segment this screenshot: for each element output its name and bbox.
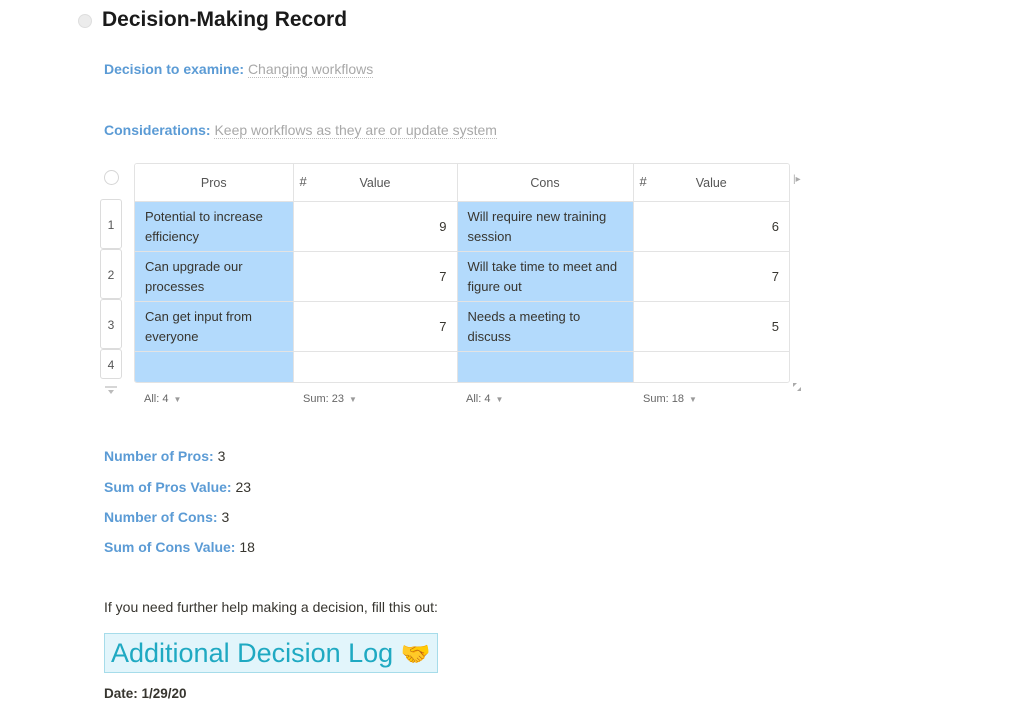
column-header-pros[interactable]: Pros bbox=[135, 164, 294, 202]
table-grid: Pros # Value Cons # Value Potential to inc… bbox=[135, 164, 789, 382]
decision-value[interactable]: Changing workflows bbox=[247, 61, 374, 78]
footer-label: All: 4 bbox=[144, 393, 169, 405]
handshake-icon: 🤝 bbox=[400, 641, 431, 668]
additional-decision-log-heading: Additional Decision Log 🤝 bbox=[104, 633, 438, 673]
row-number[interactable]: 2 bbox=[100, 249, 122, 299]
select-all-rows-checkbox[interactable] bbox=[104, 170, 119, 185]
column-header-label: Cons bbox=[530, 175, 560, 190]
chevron-down-icon: ▼ bbox=[173, 394, 182, 404]
con-value-cell[interactable]: 5 bbox=[633, 301, 789, 352]
considerations-value[interactable]: Keep workflows as they are or update sys… bbox=[214, 122, 497, 139]
footer-cons-sum[interactable]: Sum: 18 ▼ bbox=[643, 393, 697, 405]
summary-label: Number of Pros: bbox=[104, 448, 214, 464]
con-cell[interactable]: Will take time to meet and figure out bbox=[457, 251, 634, 302]
summary-value: 3 bbox=[221, 509, 230, 525]
pro-cell[interactable] bbox=[135, 351, 294, 382]
row-number[interactable]: 3 bbox=[100, 299, 122, 349]
pro-value-cell[interactable]: 9 bbox=[293, 201, 458, 252]
summary-value: 3 bbox=[217, 448, 226, 464]
decision-label: Decision to examine: bbox=[104, 61, 245, 77]
pro-value-cell[interactable] bbox=[293, 351, 458, 382]
con-cell[interactable]: Will require new training session bbox=[457, 201, 634, 252]
banner-text: Additional Decision Log bbox=[111, 638, 394, 668]
column-header-label: Value bbox=[695, 175, 727, 190]
row-number[interactable]: 4 bbox=[100, 349, 122, 379]
pro-cell[interactable]: Potential to increase efficiency bbox=[135, 201, 294, 252]
footer-label: Sum: 18 bbox=[643, 393, 684, 405]
row-number[interactable]: 1 bbox=[100, 199, 122, 249]
footer-label: Sum: 23 bbox=[303, 393, 344, 405]
footer-cons-count[interactable]: All: 4 ▼ bbox=[466, 393, 503, 405]
column-header-cons-value[interactable]: # Value bbox=[633, 164, 789, 202]
title-bullet-icon[interactable] bbox=[78, 14, 92, 28]
date-label: Date: 1/29/20 bbox=[104, 686, 187, 701]
summary-value: 23 bbox=[235, 479, 252, 495]
table-row: Can upgrade our processes 7 Will take ti… bbox=[135, 251, 789, 302]
summary-label: Number of Cons: bbox=[104, 509, 218, 525]
column-header-cons[interactable]: Cons bbox=[457, 164, 634, 202]
page-title: Decision-Making Record bbox=[102, 8, 348, 31]
considerations-field: Considerations: Keep workflows as they a… bbox=[104, 122, 497, 139]
resize-handle-icon[interactable] bbox=[793, 383, 801, 391]
filter-rows-icon[interactable] bbox=[104, 386, 118, 396]
footer-pros-count[interactable]: All: 4 ▼ bbox=[144, 393, 181, 405]
con-value-cell[interactable]: 7 bbox=[633, 251, 789, 302]
number-type-icon: # bbox=[639, 174, 647, 189]
help-text: If you need further help making a decisi… bbox=[104, 599, 438, 615]
con-value-cell[interactable] bbox=[633, 351, 789, 382]
con-cell[interactable] bbox=[457, 351, 634, 382]
expand-columns-icon[interactable]: |▸ bbox=[793, 174, 801, 185]
summary-label: Sum of Pros Value: bbox=[104, 479, 232, 495]
con-value-cell[interactable]: 6 bbox=[633, 201, 789, 252]
summary-sum-of-pros: Sum of Pros Value: 23 bbox=[104, 479, 251, 495]
summary-number-of-pros: Number of Pros: 3 bbox=[104, 448, 225, 464]
summary-value: 18 bbox=[239, 539, 255, 555]
summary-number-of-cons: Number of Cons: 3 bbox=[104, 509, 229, 525]
column-header-label: Pros bbox=[200, 175, 227, 190]
table-row: Can get input from everyone 7 Needs a me… bbox=[135, 301, 789, 352]
considerations-label: Considerations: bbox=[104, 122, 211, 138]
footer-pros-sum[interactable]: Sum: 23 ▼ bbox=[303, 393, 357, 405]
table-row bbox=[135, 351, 789, 382]
summary-sum-of-cons: Sum of Cons Value: 18 bbox=[104, 539, 255, 555]
chevron-down-icon: ▼ bbox=[688, 394, 697, 404]
con-cell[interactable]: Needs a meeting to discuss bbox=[457, 301, 634, 352]
chevron-down-icon: ▼ bbox=[495, 394, 504, 404]
summary-label: Sum of Cons Value: bbox=[104, 539, 236, 555]
number-type-icon: # bbox=[299, 174, 307, 189]
pro-cell[interactable]: Can upgrade our processes bbox=[135, 251, 294, 302]
column-header-label: Value bbox=[359, 175, 391, 190]
column-header-pros-value[interactable]: # Value bbox=[293, 164, 458, 202]
pro-cell[interactable]: Can get input from everyone bbox=[135, 301, 294, 352]
table-row: Potential to increase efficiency 9 Will … bbox=[135, 201, 789, 252]
footer-label: All: 4 bbox=[466, 393, 491, 405]
pro-value-cell[interactable]: 7 bbox=[293, 301, 458, 352]
row-number-column: 1 2 3 4 bbox=[100, 199, 124, 379]
pros-cons-table: Pros # Value Cons # Value Potential to inc… bbox=[134, 163, 790, 383]
decision-field: Decision to examine: Changing workflows bbox=[104, 61, 374, 78]
pro-value-cell[interactable]: 7 bbox=[293, 251, 458, 302]
chevron-down-icon: ▼ bbox=[348, 394, 357, 404]
